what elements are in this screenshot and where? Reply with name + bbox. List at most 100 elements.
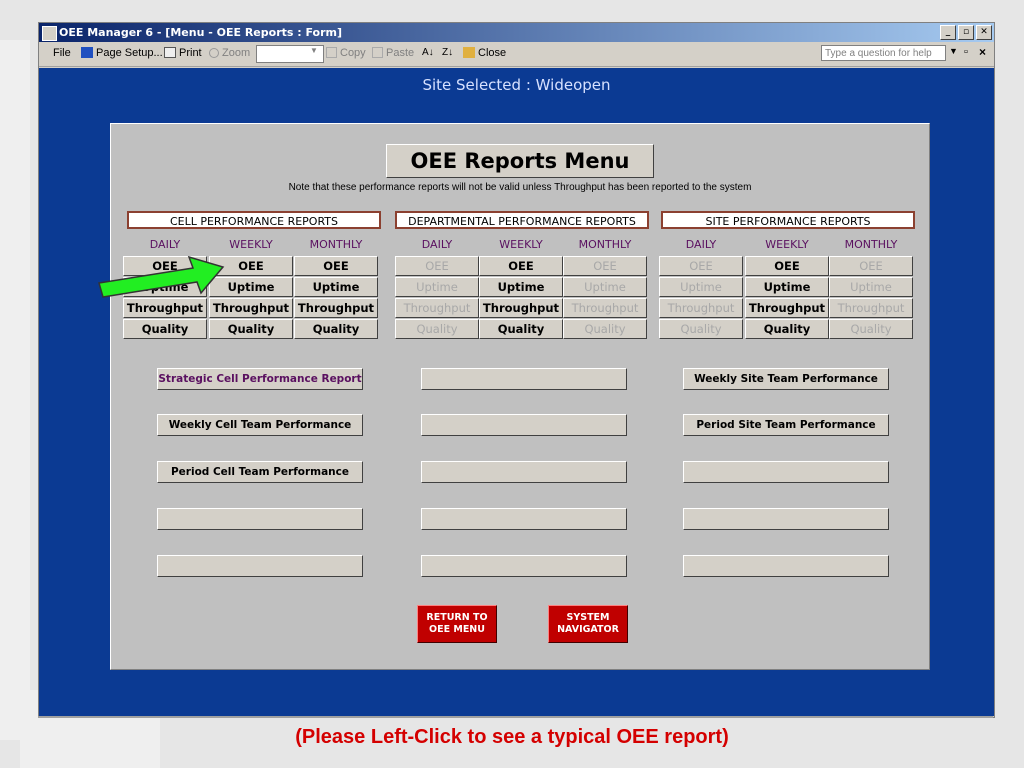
cell-weekly-quality-button[interactable]: Quality	[209, 319, 293, 339]
reports-panel: OEE Reports Menu Note that these perform…	[110, 123, 930, 670]
site-monthly-oee-button[interactable]: OEE	[829, 256, 913, 276]
copy-icon	[326, 47, 337, 58]
sort-descending-icon: Z↓	[442, 47, 454, 58]
site-weekly-quality-button[interactable]: Quality	[745, 319, 829, 339]
dept-weekly-oee-button[interactable]: OEE	[479, 256, 563, 276]
app-window: OEE Manager 6 - [Menu - OEE Reports : Fo…	[38, 22, 995, 718]
cell-daily-header: DAILY	[149, 238, 181, 251]
site-daily-quality-button[interactable]: Quality	[659, 319, 743, 339]
blank-report-button[interactable]	[683, 555, 889, 577]
dept-monthly-quality-button[interactable]: Quality	[563, 319, 647, 339]
weekly-cell-team-button[interactable]: Weekly Cell Team Performance	[157, 414, 363, 436]
restore-button[interactable]: ▫	[958, 25, 974, 40]
page-setup-button[interactable]: Page Setup...	[81, 47, 163, 59]
site-selected-label: Site Selected : Wideopen	[422, 76, 611, 94]
folder-icon	[463, 47, 475, 58]
printer-icon	[164, 47, 176, 58]
blank-report-button[interactable]	[157, 555, 363, 577]
site-daily-header: DAILY	[685, 238, 717, 251]
sort-ascending-button[interactable]: A↓	[422, 47, 434, 58]
departmental-section-header: DEPARTMENTAL PERFORMANCE REPORTS	[395, 211, 649, 229]
dept-weekly-quality-button[interactable]: Quality	[479, 319, 563, 339]
chevron-down-icon[interactable]: ▼	[949, 46, 958, 56]
blank-report-button[interactable]	[157, 508, 363, 530]
blank-report-button[interactable]	[683, 508, 889, 530]
title-bar[interactable]: OEE Manager 6 - [Menu - OEE Reports : Fo…	[39, 23, 994, 42]
restore-icon[interactable]: ▫	[964, 46, 968, 58]
cell-monthly-throughput-button[interactable]: Throughput	[294, 298, 378, 318]
magnifier-icon	[209, 48, 219, 58]
dept-weekly-header: WEEKLY	[499, 238, 543, 251]
dept-daily-throughput-button[interactable]: Throughput	[395, 298, 479, 318]
file-menu[interactable]: File	[53, 47, 71, 59]
menu-title: OEE Reports Menu	[386, 144, 654, 178]
print-label: Print	[179, 47, 202, 59]
dept-monthly-uptime-button[interactable]: Uptime	[563, 277, 647, 297]
window-title: OEE Manager 6 - [Menu - OEE Reports : Fo…	[59, 26, 343, 39]
close-icon[interactable]: ×	[979, 45, 986, 59]
sysnav-line-2: NAVIGATOR	[557, 624, 619, 635]
dept-monthly-throughput-button[interactable]: Throughput	[563, 298, 647, 318]
site-daily-throughput-button[interactable]: Throughput	[659, 298, 743, 318]
cell-monthly-quality-button[interactable]: Quality	[294, 319, 378, 339]
paste-button[interactable]: Paste	[372, 47, 414, 59]
cell-daily-quality-button[interactable]: Quality	[123, 319, 207, 339]
site-daily-oee-button[interactable]: OEE	[659, 256, 743, 276]
period-cell-team-button[interactable]: Period Cell Team Performance	[157, 461, 363, 483]
zoom-button[interactable]: Zoom	[209, 47, 250, 59]
close-window-button[interactable]: ✕	[976, 25, 992, 40]
site-monthly-quality-button[interactable]: Quality	[829, 319, 913, 339]
book-icon	[81, 47, 93, 58]
site-monthly-throughput-button[interactable]: Throughput	[829, 298, 913, 318]
copy-button[interactable]: Copy	[326, 47, 366, 59]
help-search-input[interactable]: Type a question for help	[821, 45, 946, 61]
dept-weekly-throughput-button[interactable]: Throughput	[479, 298, 563, 318]
period-site-team-button[interactable]: Period Site Team Performance	[683, 414, 889, 436]
blank-report-button[interactable]	[421, 555, 627, 577]
sort-descending-button[interactable]: Z↓	[442, 47, 453, 58]
dept-daily-oee-button[interactable]: OEE	[395, 256, 479, 276]
minimize-button[interactable]: _	[940, 25, 956, 40]
site-section-header: SITE PERFORMANCE REPORTS	[661, 211, 915, 229]
dept-monthly-oee-button[interactable]: OEE	[563, 256, 647, 276]
cell-weekly-header: WEEKLY	[229, 238, 273, 251]
sysnav-line-1: SYSTEM	[566, 612, 610, 623]
cell-daily-throughput-button[interactable]: Throughput	[123, 298, 207, 318]
cell-monthly-oee-button[interactable]: OEE	[294, 256, 378, 276]
chevron-down-icon: ▼	[310, 46, 318, 55]
cell-weekly-throughput-button[interactable]: Throughput	[209, 298, 293, 318]
close-label: Close	[478, 47, 507, 59]
cell-section-header: CELL PERFORMANCE REPORTS	[127, 211, 381, 229]
site-weekly-header: WEEKLY	[765, 238, 809, 251]
cell-monthly-header: MONTHLY	[309, 238, 363, 251]
form-area: Site Selected : Wideopen OEE Reports Men…	[39, 68, 994, 716]
blank-report-button[interactable]	[421, 368, 627, 390]
site-monthly-uptime-button[interactable]: Uptime	[829, 277, 913, 297]
return-line-2: OEE MENU	[429, 624, 485, 635]
system-navigator-button[interactable]: SYSTEM NAVIGATOR	[548, 605, 628, 643]
strategic-cell-report-button[interactable]: Strategic Cell Performance Report	[157, 368, 363, 390]
blank-report-button[interactable]	[421, 414, 627, 436]
site-weekly-throughput-button[interactable]: Throughput	[745, 298, 829, 318]
dept-daily-uptime-button[interactable]: Uptime	[395, 277, 479, 297]
weekly-site-team-button[interactable]: Weekly Site Team Performance	[683, 368, 889, 390]
site-daily-uptime-button[interactable]: Uptime	[659, 277, 743, 297]
page-setup-label: Page Setup...	[96, 47, 163, 59]
click-instruction-caption: (Please Left-Click to see a typical OEE …	[295, 726, 729, 748]
dept-daily-header: DAILY	[421, 238, 453, 251]
cell-monthly-uptime-button[interactable]: Uptime	[294, 277, 378, 297]
dept-daily-quality-button[interactable]: Quality	[395, 319, 479, 339]
paste-label: Paste	[386, 47, 415, 59]
zoom-label: Zoom	[222, 47, 251, 59]
dept-weekly-uptime-button[interactable]: Uptime	[479, 277, 563, 297]
toolbar: File Page Setup... Print Zoom ▼ Copy Pas…	[39, 42, 994, 67]
paste-icon	[372, 47, 383, 58]
blank-report-button[interactable]	[683, 461, 889, 483]
blank-report-button[interactable]	[421, 508, 627, 530]
blank-report-button[interactable]	[421, 461, 627, 483]
site-weekly-oee-button[interactable]: OEE	[745, 256, 829, 276]
return-to-oee-menu-button[interactable]: RETURN TO OEE MENU	[417, 605, 497, 643]
site-weekly-uptime-button[interactable]: Uptime	[745, 277, 829, 297]
close-form-button[interactable]: Close	[463, 47, 506, 59]
print-button[interactable]: Print	[164, 47, 202, 59]
